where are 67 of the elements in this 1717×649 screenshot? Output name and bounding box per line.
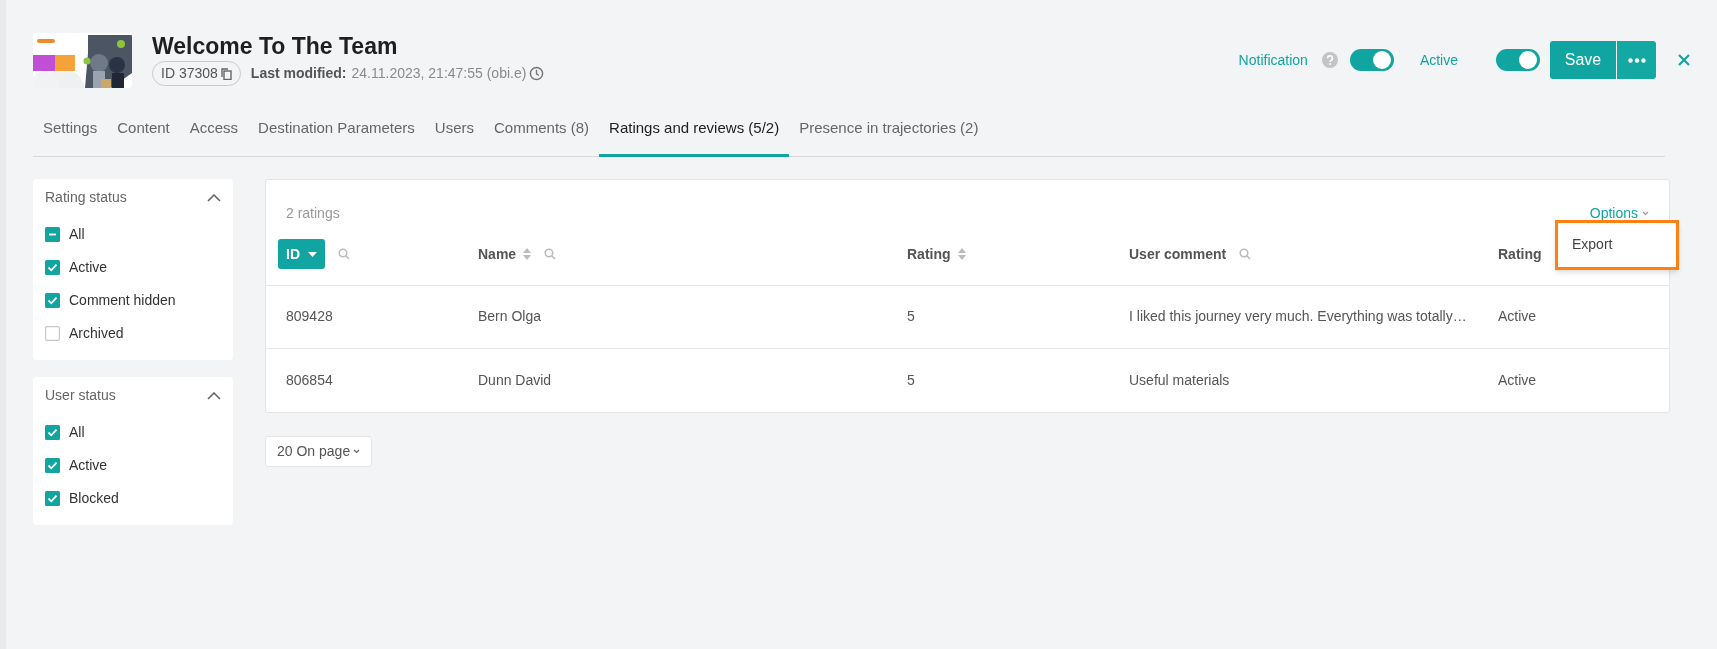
toggle-label: Notification <box>1238 50 1308 70</box>
column-header[interactable]: User comment <box>1121 243 1227 265</box>
tab[interactable]: Presence in trajectories (2) <box>789 117 989 157</box>
table-cell-text: 5 <box>907 370 916 390</box>
caret-down-icon <box>308 251 317 257</box>
checkbox-label: Archived <box>69 323 124 343</box>
checkbox[interactable] <box>45 490 60 506</box>
tab[interactable]: Access <box>179 117 249 157</box>
page-title: Welcome To The Team <box>152 32 399 60</box>
table-cell-text: Active <box>1498 370 1538 390</box>
checkbox-label: Active <box>69 257 108 277</box>
tab[interactable]: Settings <box>33 117 108 157</box>
search-icon[interactable] <box>1239 248 1252 260</box>
save-button[interactable]: Save <box>1550 41 1616 79</box>
table-cell-text: 806854 <box>286 370 334 390</box>
table-cell-text: I liked this journey very much. Everything was totally… <box>1129 307 1468 326</box>
checkbox[interactable] <box>45 292 60 308</box>
checkbox-label: Blocked <box>69 488 119 508</box>
tab[interactable]: Content <box>107 117 180 157</box>
tab[interactable]: Comments (8) <box>484 117 600 157</box>
more-icon <box>1627 57 1646 63</box>
column-header[interactable]: Rating <box>899 243 951 265</box>
table-cell-text: Dunn David <box>478 370 553 390</box>
chevron-up-icon[interactable] <box>207 193 221 202</box>
checkbox[interactable] <box>45 226 60 242</box>
menu-item[interactable]: Export <box>1558 232 1676 257</box>
checkbox[interactable] <box>45 259 60 275</box>
checkbox[interactable] <box>45 325 60 341</box>
column-header[interactable]: Name <box>470 243 517 265</box>
column-header[interactable]: Rating <box>1490 243 1542 265</box>
per-page-select[interactable]: 20 On page <box>265 435 373 467</box>
clock-icon <box>529 66 545 81</box>
search-icon[interactable] <box>544 248 557 260</box>
checkbox[interactable] <box>45 424 60 440</box>
checkbox-label: Comment hidden <box>69 290 176 310</box>
help-icon[interactable] <box>1321 52 1338 68</box>
filter-title: Rating status <box>45 188 127 207</box>
sort-icon[interactable] <box>523 248 532 260</box>
checkbox[interactable] <box>45 457 60 473</box>
checkbox-label: All <box>69 422 85 442</box>
close-icon[interactable] <box>1678 54 1690 66</box>
table-cell-text: Useful materials <box>1129 370 1231 390</box>
tab[interactable]: Destination Parameters <box>248 117 425 157</box>
table-cell-text: Active <box>1498 307 1538 326</box>
last-modified-value: 24.11.2023, 21:47:55 (obi.e) <box>351 64 527 83</box>
ratings-count: 2 ratings <box>286 203 340 223</box>
filter-title: User status <box>45 386 116 405</box>
toggle-switch[interactable] <box>1349 49 1394 71</box>
toggle-label: Active <box>1419 50 1458 70</box>
table-cell-text: Bern Olga <box>478 307 543 326</box>
tab[interactable]: Ratings and reviews (5/2) <box>599 117 790 157</box>
copy-icon[interactable] <box>220 67 232 80</box>
tab[interactable]: Users <box>424 117 485 157</box>
chevron-up-icon[interactable] <box>207 391 221 400</box>
chevron-down-icon <box>353 448 361 454</box>
chevron-down-icon <box>1642 210 1649 216</box>
table-cell-text: 5 <box>907 307 916 326</box>
table-cell-text: 809428 <box>286 307 334 326</box>
sort-icon[interactable] <box>957 248 966 260</box>
options-button[interactable]: Options <box>1589 202 1649 224</box>
search-icon[interactable] <box>338 248 350 260</box>
checkbox-label: All <box>69 224 85 244</box>
checkbox-label: Active <box>69 455 108 475</box>
toggle-switch[interactable] <box>1496 49 1540 71</box>
last-modified-label: Last modified: <box>250 64 347 83</box>
column-sort-button[interactable]: ID <box>278 239 325 269</box>
more-button[interactable] <box>1617 41 1656 79</box>
